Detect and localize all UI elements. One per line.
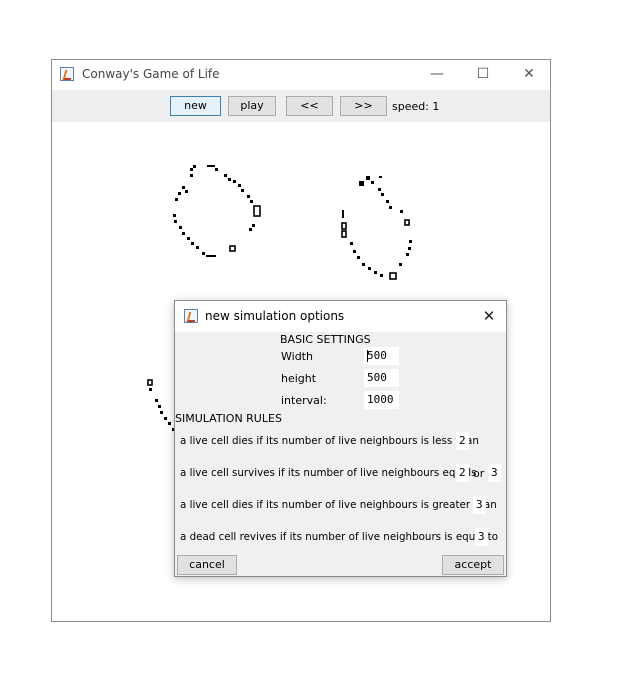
underpopulation-value: 2: [459, 434, 466, 447]
interval-label: interval:: [281, 394, 327, 407]
speed-indicator: speed: 1: [392, 100, 440, 113]
basic-settings-heading: BASIC SETTINGS: [280, 333, 371, 346]
overpopulation-value: 3: [476, 498, 483, 511]
underpopulation-field[interactable]: 2: [456, 432, 469, 450]
play-button[interactable]: play: [228, 96, 276, 116]
accept-button[interactable]: accept: [442, 555, 504, 575]
rule-overpopulation-text: a live cell dies if its number of live n…: [180, 499, 497, 511]
dialog-title-bar[interactable]: new simulation options ✕: [175, 301, 506, 332]
java-app-icon: [60, 67, 74, 81]
height-value: 500: [367, 371, 387, 384]
survival-min-value: 2: [459, 466, 466, 479]
text-caret: [367, 350, 368, 362]
step-forward-button[interactable]: >>: [340, 96, 387, 116]
survival-max-value: 3: [491, 466, 498, 479]
dialog-close-icon[interactable]: ✕: [476, 301, 502, 332]
new-button[interactable]: new: [170, 96, 221, 116]
window-title: Conway's Game of Life: [82, 67, 220, 81]
dialog-title: new simulation options: [205, 309, 345, 323]
width-label: Width: [281, 350, 313, 363]
cancel-button[interactable]: cancel: [177, 555, 237, 575]
interval-value: 1000: [367, 393, 394, 406]
minimize-button[interactable]: —: [414, 60, 460, 89]
width-field[interactable]: 500: [364, 347, 399, 365]
survival-max-field[interactable]: 3: [488, 464, 501, 482]
java-app-icon: [184, 309, 198, 323]
height-field[interactable]: 500: [364, 369, 399, 387]
step-back-button[interactable]: <<: [286, 96, 333, 116]
rule-underpopulation-text: a live cell dies if its number of live n…: [180, 435, 479, 447]
width-value: 500: [367, 349, 387, 362]
overpopulation-field[interactable]: 3: [473, 496, 486, 514]
or-label: or: [473, 467, 485, 480]
title-bar[interactable]: Conway's Game of Life — ☐ ✕: [52, 60, 550, 89]
maximize-button[interactable]: ☐: [460, 60, 506, 89]
reproduction-field[interactable]: 3: [475, 528, 488, 546]
height-label: height: [281, 372, 317, 385]
new-simulation-dialog: new simulation options ✕ BASIC SETTINGS …: [174, 300, 507, 577]
rule-reproduction-text: a dead cell revives if its number of liv…: [180, 531, 498, 543]
reproduction-value: 3: [478, 530, 485, 543]
interval-field[interactable]: 1000: [364, 391, 399, 409]
close-button[interactable]: ✕: [506, 60, 552, 89]
survival-min-field[interactable]: 2: [456, 464, 469, 482]
simulation-rules-heading: SIMULATION RULES: [175, 412, 282, 425]
rule-survival-text: a live cell survives if its number of li…: [180, 467, 477, 479]
